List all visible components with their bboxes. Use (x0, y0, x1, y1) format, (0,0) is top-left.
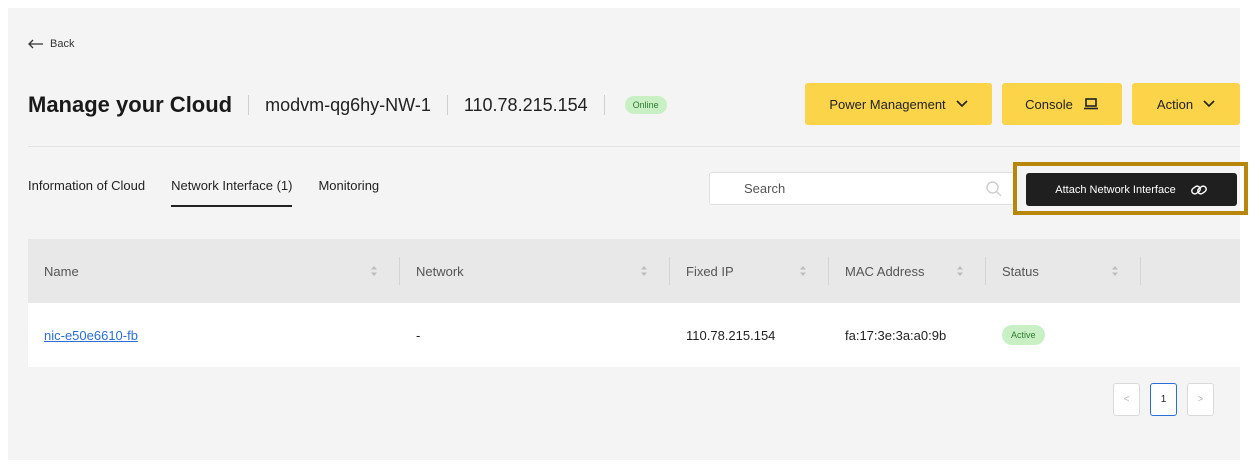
header-divider (248, 95, 250, 115)
table-row: nic-e50e6610-fb - 110.78.215.154 fa:17:3… (28, 303, 1240, 367)
action-button[interactable]: Action (1132, 83, 1240, 125)
column-label: Fixed IP (686, 263, 734, 279)
vm-name: modvm-qg6hy-NW-1 (265, 94, 431, 115)
back-label: Back (50, 38, 75, 50)
column-header-name[interactable]: Name (28, 239, 400, 303)
header-divider (603, 95, 605, 115)
tab-information[interactable]: Information of Cloud (28, 178, 145, 207)
column-label: Status (1002, 263, 1039, 279)
page-container: Back Manage your Cloud modvm-qg6hy-NW-1 … (8, 8, 1248, 460)
pagination: < 1 > (1113, 383, 1214, 416)
sort-icon[interactable] (1111, 265, 1119, 277)
power-management-button[interactable]: Power Management (805, 83, 992, 125)
chevron-down-icon (956, 100, 968, 108)
status-badge-active: Active (1002, 325, 1045, 345)
console-label: Console (1025, 96, 1073, 112)
network-interface-table: Name Network Fixed IP MAC Address Status… (28, 239, 1240, 367)
cell-mac-address: fa:17:3e:3a:a0:9b (845, 327, 947, 343)
search-input[interactable] (744, 181, 1003, 196)
column-header-network[interactable]: Network (400, 239, 670, 303)
action-label: Action (1156, 96, 1194, 112)
search-box (709, 172, 1016, 205)
header-divider (446, 95, 448, 115)
nic-link[interactable]: nic-e50e6610-fb (44, 328, 138, 343)
tab-network-interface[interactable]: Network Interface (1) (171, 178, 293, 207)
vm-ip: 110.78.215.154 (463, 94, 588, 115)
arrow-left-icon (28, 39, 43, 49)
back-link[interactable]: Back (28, 38, 74, 50)
tab-monitoring[interactable]: Monitoring (318, 178, 379, 207)
status-badge-online: Online (624, 96, 667, 114)
attach-network-interface-button[interactable]: Attach Network Interface (1026, 173, 1237, 206)
column-label: Name (44, 263, 79, 279)
attach-button-label: Attach Network Interface (1055, 183, 1176, 196)
column-label: MAC Address (845, 263, 925, 279)
search-icon[interactable] (985, 180, 1003, 198)
section-divider (28, 146, 1240, 147)
cell-fixed-ip: 110.78.215.154 (686, 327, 776, 343)
cell-network: - (416, 327, 421, 343)
sort-icon[interactable] (799, 265, 807, 277)
chevron-down-icon (1203, 100, 1215, 108)
column-label: Network (416, 263, 464, 279)
column-header-status[interactable]: Status (986, 239, 1141, 303)
page-title: Manage your Cloud (28, 92, 233, 117)
power-management-label: Power Management (829, 96, 946, 112)
next-page-button[interactable]: > (1187, 383, 1214, 416)
table-header: Name Network Fixed IP MAC Address Status (28, 239, 1240, 303)
link-icon (1190, 184, 1207, 195)
cell-status: Active (986, 325, 1141, 345)
page-header: Manage your Cloud modvm-qg6hy-NW-1 110.7… (28, 90, 667, 120)
sort-icon[interactable] (370, 265, 378, 277)
laptop-icon (1083, 98, 1098, 110)
console-button[interactable]: Console (1002, 83, 1122, 125)
sort-icon[interactable] (956, 265, 964, 277)
tab-bar: Information of Cloud Network Interface (… (28, 178, 379, 207)
page-1-button[interactable]: 1 (1150, 383, 1177, 416)
column-header-spacer (1141, 239, 1240, 303)
cell-name: nic-e50e6610-fb (28, 328, 400, 343)
column-header-fixed-ip[interactable]: Fixed IP (670, 239, 829, 303)
sort-icon[interactable] (640, 265, 648, 277)
column-header-mac-address[interactable]: MAC Address (829, 239, 986, 303)
prev-page-button[interactable]: < (1113, 383, 1140, 416)
